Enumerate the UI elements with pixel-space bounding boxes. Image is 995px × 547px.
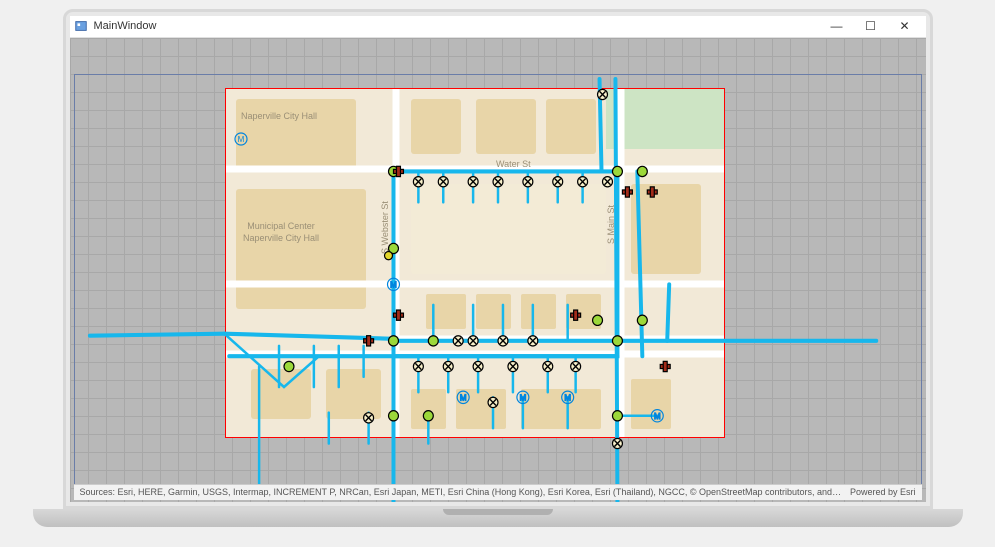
minimize-button[interactable]: — <box>820 15 854 37</box>
network-overlay: M M M M M <box>70 38 926 502</box>
powered-by-text: Powered by Esri <box>850 487 916 497</box>
attribution-text: Sources: Esri, HERE, Garmin, USGS, Inter… <box>80 487 842 497</box>
laptop-screen: MainWindow — ☐ ✕ <box>63 9 933 509</box>
svg-text:M: M <box>390 280 397 289</box>
window-titlebar: MainWindow — ☐ ✕ <box>70 16 926 38</box>
map-viewport[interactable]: Naperville City Hall Municipal Center Na… <box>70 38 926 502</box>
app-window: MainWindow — ☐ ✕ <box>70 16 926 502</box>
svg-text:M: M <box>653 411 660 420</box>
laptop-base <box>33 509 963 527</box>
app-icon <box>74 19 88 33</box>
svg-text:M: M <box>519 393 526 402</box>
attribution-bar: Sources: Esri, HERE, Garmin, USGS, Inter… <box>74 484 922 500</box>
maximize-button[interactable]: ☐ <box>854 15 888 37</box>
close-button[interactable]: ✕ <box>888 15 922 37</box>
window-title: MainWindow <box>94 20 157 32</box>
svg-text:M: M <box>564 393 571 402</box>
laptop-hinge-notch <box>443 509 553 515</box>
laptop-frame: MainWindow — ☐ ✕ <box>33 9 963 539</box>
svg-text:M: M <box>459 393 466 402</box>
